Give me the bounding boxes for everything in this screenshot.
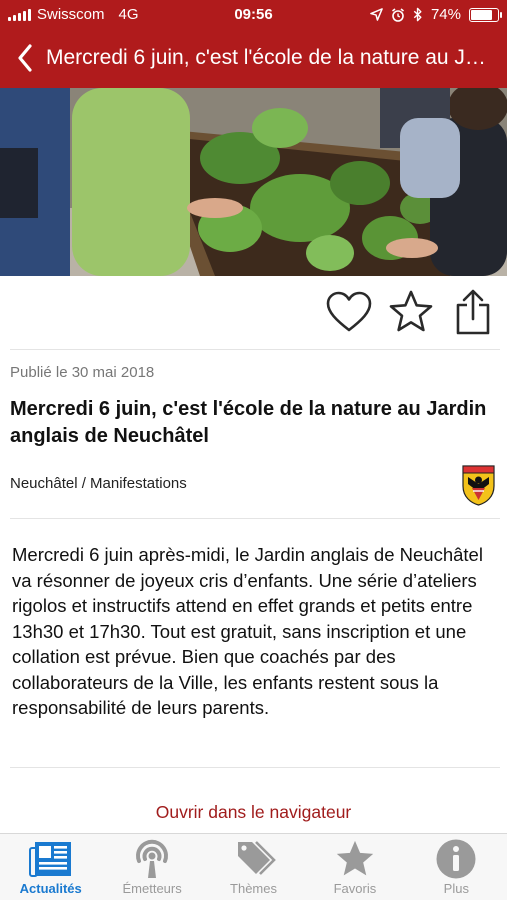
tab-label: Plus [443, 881, 469, 896]
neuchatel-crest-icon [461, 464, 496, 506]
navigation-bar: Mercredi 6 juin, c'est l'école de la nat… [0, 34, 507, 82]
favorite-button[interactable] [325, 288, 373, 336]
star-icon [336, 840, 374, 876]
tab-label: Thèmes [230, 881, 277, 896]
newspaper-icon [28, 842, 71, 877]
tab-label: Actualités [19, 881, 82, 896]
divider [10, 767, 500, 768]
status-bar: Swisscom 4G 09:56 74% [0, 0, 507, 30]
open-in-browser-link[interactable]: Ouvrir dans le navigateur [0, 802, 507, 823]
battery-percent: 74% [430, 6, 461, 23]
tab-emetteurs[interactable]: Émetteurs [101, 834, 202, 900]
alarm-icon [391, 7, 404, 22]
broadcast-icon [136, 839, 169, 878]
article-body: Mercredi 6 juin après-midi, le Jardin an… [12, 544, 483, 718]
article-title: Mercredi 6 juin, c'est l'école de la nat… [10, 398, 487, 447]
tab-bar: Actualités Émetteurs Thèmes Favoris Plus [0, 833, 507, 900]
info-icon [436, 839, 476, 879]
published-date: Publié le 30 mai 2018 [10, 364, 155, 381]
heart-icon [326, 291, 372, 332]
bookmark-button[interactable] [387, 288, 435, 336]
article-actions [325, 288, 497, 336]
article-category[interactable]: Neuchâtel / Manifestations [10, 475, 187, 492]
app-header: Swisscom 4G 09:56 74% Mercredi 6 juin, c… [0, 0, 507, 88]
divider [10, 518, 500, 519]
nav-title: Mercredi 6 juin, c'est l'école de la nat… [46, 46, 486, 69]
tab-favoris[interactable]: Favoris [304, 834, 405, 900]
share-icon [456, 289, 490, 335]
tab-actualites[interactable]: Actualités [0, 834, 101, 900]
location-arrow-icon [370, 8, 383, 21]
photo-children-garden [0, 88, 507, 276]
star-icon [389, 290, 433, 332]
article-hero-image [0, 88, 507, 276]
tab-plus[interactable]: Plus [406, 834, 507, 900]
divider [10, 349, 500, 350]
back-button[interactable] [4, 34, 46, 82]
chevron-left-icon [18, 44, 32, 72]
battery-icon [469, 7, 502, 22]
share-button[interactable] [449, 288, 497, 336]
tab-themes[interactable]: Thèmes [203, 834, 304, 900]
bluetooth-icon [413, 7, 422, 22]
tab-label: Favoris [333, 881, 377, 896]
tab-label: Émetteurs [122, 881, 182, 896]
tags-icon [237, 841, 276, 875]
